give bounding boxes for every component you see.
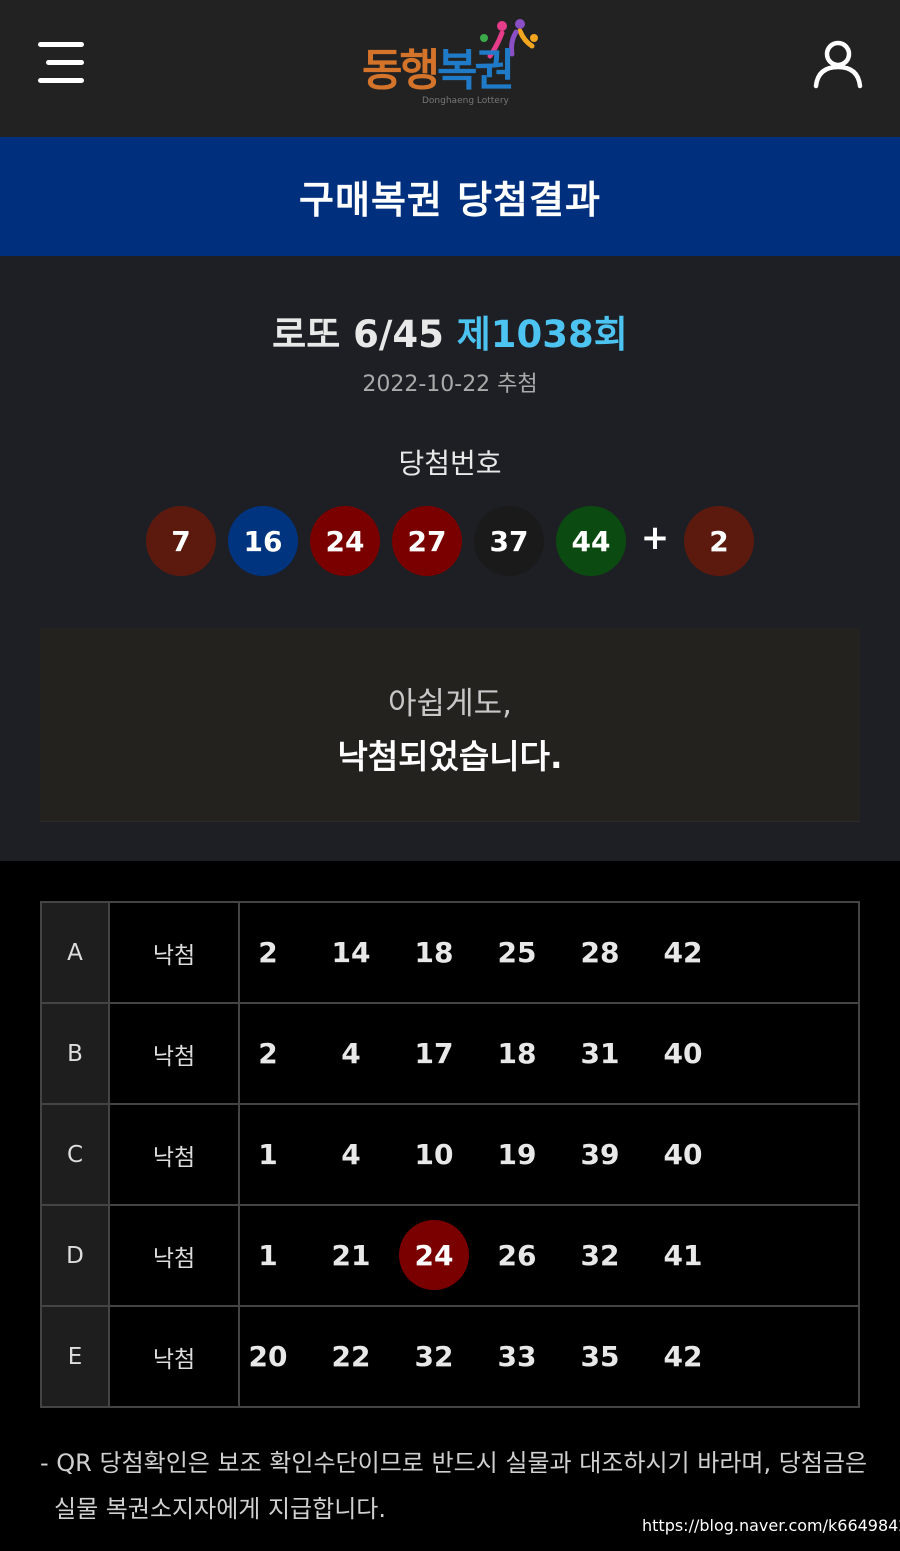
ticket-number: 4 [341,1137,361,1171]
logo-subtitle: Donghaeng Lottery [422,96,509,106]
ticket-table: A 낙첨 2 14 18 25 28 42 B 낙첨 2 4 17 18 31 40 C 낙첨 1 4 10 19 39 40… [40,901,860,1408]
ticket-slot: D [40,1204,110,1307]
page-title: 구매복권 당첨결과 [299,178,601,222]
bonus-ball: 2 [684,506,754,576]
ticket-number: 20 [248,1339,288,1373]
ticket-number: 2 [258,1036,278,1070]
ticket-number: 2 [258,935,278,969]
ticket-status: 낙첨 [108,901,240,1004]
ticket-number: 32 [414,1339,454,1373]
ticket-slot: C [40,1103,110,1206]
notice-line1: - QR 당첨확인은 보조 확인수단이므로 반드시 실물과 대조하시기 바라며,… [40,1449,868,1477]
plus-icon: + [640,518,670,558]
ticket-number: 21 [331,1238,371,1272]
ticket-number: 10 [414,1137,454,1171]
ticket-status: 낙첨 [108,1103,240,1206]
ticket-numbers: 1 4 10 19 39 40 [238,1103,860,1206]
user-profile-icon[interactable] [812,38,864,90]
ticket-number: 1 [258,1238,278,1272]
game-round: 제1038회 [456,313,628,356]
ticket-number: 17 [414,1036,454,1070]
ticket-number: 22 [331,1339,371,1373]
ticket-status: 낙첨 [108,1002,240,1105]
winning-ball: 27 [392,506,462,576]
ticket-number: 40 [663,1137,703,1171]
ticket-number: 28 [580,935,620,969]
ticket-number: 32 [580,1238,620,1272]
winning-ball: 37 [474,506,544,576]
winning-ball: 44 [556,506,626,576]
ticket-number: 14 [331,935,371,969]
hamburger-menu-icon[interactable] [38,42,86,84]
ticket-number: 41 [663,1238,703,1272]
result-message-line1: 아쉽게도, [388,686,512,722]
ticket-number: 1 [258,1137,278,1171]
ticket-row: B 낙첨 2 4 17 18 31 40 [40,1002,860,1105]
ticket-slot: A [40,901,110,1004]
ticket-row: D 낙첨 1 21 24 26 32 41 [40,1204,860,1307]
ticket-number: 26 [497,1238,537,1272]
ticket-slot: B [40,1002,110,1105]
ticket-number: 35 [580,1339,620,1373]
winning-ball: 24 [310,506,380,576]
winning-ball: 16 [228,506,298,576]
ticket-number: 42 [663,935,703,969]
ticket-row: A 낙첨 2 14 18 25 28 42 [40,901,860,1004]
title-bar: 구매복권 당첨결과 [0,137,900,256]
ticket-numbers: 2 14 18 25 28 42 [238,901,860,1004]
ticket-numbers: 1 21 24 26 32 41 [238,1204,860,1307]
ticket-number-hit: 24 [399,1220,469,1290]
ticket-number: 33 [497,1339,537,1373]
winning-ball: 7 [146,506,216,576]
ticket-status: 낙첨 [108,1305,240,1408]
ticket-numbers: 2 4 17 18 31 40 [238,1002,860,1105]
ticket-number: 25 [497,935,537,969]
result-message-box: 아쉽게도, 낙첨되었습니다. [40,628,860,822]
top-bar: 동행복권 Donghaeng Lottery [0,0,900,137]
ticket-number: 18 [414,935,454,969]
ticket-number: 31 [580,1036,620,1070]
ticket-status: 낙첨 [108,1204,240,1307]
ticket-number: 42 [663,1339,703,1373]
ticket-number: 18 [497,1036,537,1070]
logo[interactable]: 동행복권 Donghaeng Lottery [362,16,542,112]
draw-date: 2022-10-22 추첨 [362,372,538,397]
ticket-number: 40 [663,1036,703,1070]
ticket-number: 39 [580,1137,620,1171]
winning-numbers: 7 16 24 27 37 44 + 2 [146,506,756,576]
ticket-number: 4 [341,1036,361,1070]
ticket-row: E 낙첨 20 22 32 33 35 42 [40,1305,860,1408]
game-title: 로또 6/45 제1038회 [0,304,900,358]
ticket-numbers: 20 22 32 33 35 42 [238,1305,860,1408]
logo-text: 동행복권 [362,45,515,96]
ticket-slot: E [40,1305,110,1408]
ticket-number: 19 [497,1137,537,1171]
watermark-url: https://blog.naver.com/k6649842 [642,1516,900,1535]
game-name: 로또 6/45 [272,313,444,356]
result-area: 로또 6/45 제1038회 2022-10-22 추첨 당첨번호 7 16 2… [0,256,900,861]
winning-numbers-label: 당첨번호 [398,447,502,480]
result-message-line2: 낙첨되었습니다. [337,737,563,776]
ticket-row: C 낙첨 1 4 10 19 39 40 [40,1103,860,1206]
